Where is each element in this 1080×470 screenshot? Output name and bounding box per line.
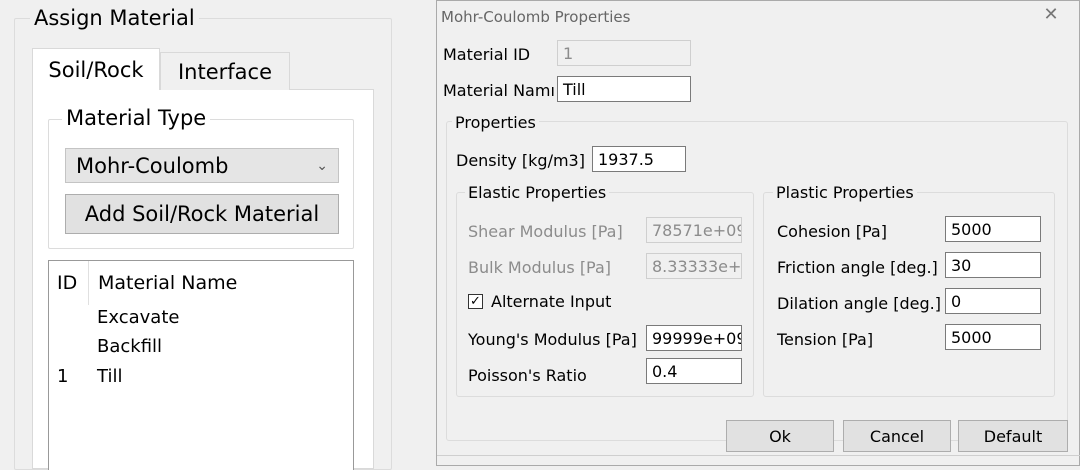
friction-angle-label: Friction angle [deg.] <box>777 258 938 277</box>
alternate-input-label: Alternate Input <box>491 292 612 311</box>
cohesion-field[interactable]: 5000 <box>945 216 1041 242</box>
material-list-header: ID Material Name <box>49 261 353 305</box>
material-type-select[interactable]: Mohr-Coulomb ⌄ <box>65 148 339 183</box>
tension-field[interactable]: 5000 <box>945 324 1041 350</box>
dilation-angle-field[interactable]: 0 <box>945 288 1041 314</box>
plastic-properties-title: Plastic Properties <box>773 183 917 202</box>
tab-soil-rock[interactable]: Soil/Rock <box>32 48 160 90</box>
density-field[interactable]: 1937.5 <box>592 146 686 172</box>
youngs-modulus-label: Young's Modulus [Pa] <box>468 330 637 349</box>
assign-material-title: Assign Material <box>30 6 199 30</box>
list-item[interactable]: 1 Till <box>49 362 122 390</box>
friction-angle-field[interactable]: 30 <box>945 252 1041 278</box>
bulk-modulus-field: 8.33333e+( <box>646 253 742 279</box>
youngs-modulus-field[interactable]: 99999e+09 <box>646 325 742 351</box>
column-header-material-name[interactable]: Material Name <box>89 272 237 294</box>
dialog-title: Mohr-Coulomb Properties <box>441 8 631 26</box>
list-item-name: Backfill <box>97 335 163 357</box>
material-name-field[interactable]: Till <box>557 76 691 102</box>
material-type-value: Mohr-Coulomb <box>76 153 229 178</box>
material-id-label: Material ID <box>443 45 531 64</box>
ok-button[interactable]: Ok <box>726 420 834 452</box>
material-id-field: 1 <box>557 40 691 66</box>
list-item[interactable]: Backfill <box>49 332 162 360</box>
default-button[interactable]: Default <box>958 420 1068 452</box>
poissons-ratio-label: Poisson's Ratio <box>468 366 587 385</box>
elastic-properties-title: Elastic Properties <box>465 183 610 202</box>
dilation-angle-label: Dilation angle [deg.] <box>777 294 941 313</box>
properties-title: Properties <box>452 113 539 132</box>
dialog-bottom-divider <box>437 455 1080 456</box>
list-item[interactable]: Excavate <box>49 303 179 331</box>
list-item-name: Till <box>97 365 123 387</box>
chevron-down-icon: ⌄ <box>316 157 328 174</box>
alternate-input-checkbox[interactable]: ✓ <box>468 294 483 309</box>
poissons-ratio-field[interactable]: 0.4 <box>646 358 742 384</box>
shear-modulus-field: 78571e+09 <box>646 217 742 243</box>
tension-label: Tension [Pa] <box>777 330 874 349</box>
bulk-modulus-label: Bulk Modulus [Pa] <box>468 258 612 277</box>
close-icon[interactable]: ✕ <box>1041 4 1061 25</box>
tab-interface[interactable]: Interface <box>160 52 290 90</box>
cancel-button[interactable]: Cancel <box>843 420 951 452</box>
cohesion-label: Cohesion [Pa] <box>777 222 887 241</box>
column-header-id[interactable]: ID <box>49 261 89 305</box>
material-name-label: Material Namı <box>443 81 555 100</box>
list-item-id: 1 <box>57 365 69 387</box>
list-item-name: Excavate <box>97 306 180 328</box>
shear-modulus-label: Shear Modulus [Pa] <box>468 222 623 241</box>
material-list: ID Material Name Excavate Backfill 1 Til… <box>48 260 354 470</box>
add-soil-rock-material-button[interactable]: Add Soil/Rock Material <box>65 194 339 234</box>
density-label: Density [kg/m3] <box>456 151 585 170</box>
material-type-title: Material Type <box>62 106 211 130</box>
